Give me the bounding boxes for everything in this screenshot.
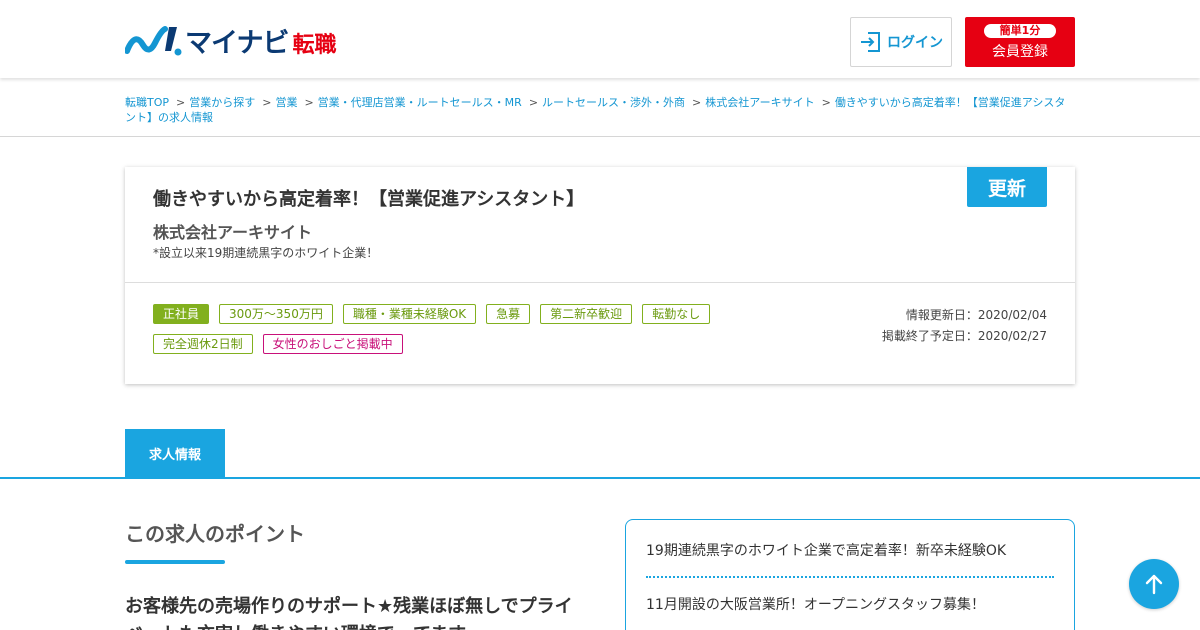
job-tag: 第二新卒歓迎 [540,304,633,324]
breadcrumb-separator: > [304,96,314,109]
back-to-top-button[interactable] [1129,559,1179,609]
breadcrumb-item-sales-category[interactable]: 営業・代理店営業・ルートセールス・MR [318,96,522,109]
breadcrumb-separator: > [262,96,272,109]
job-tags-row: 正社員 300万～350万円 職種・業種未経験OK 急募 第二新卒歓迎 転勤なし [153,304,733,324]
job-title: 働きやすいから高定着率！【営業促進アシスタント】 [153,189,585,210]
heading-underline [125,560,225,564]
register-button[interactable]: 簡単1分 会員登録 [965,17,1075,67]
job-tag: 女性のおしごと掲載中 [262,334,403,354]
arrow-up-icon [1145,574,1163,595]
logo-mark-icon [125,26,182,56]
logo-sub-text: 転職 [292,32,337,58]
job-tag: 急募 [486,304,531,324]
logo-text: マイナビ [185,27,289,59]
breadcrumb-separator: > [528,96,539,109]
breadcrumb-item-company[interactable]: 株式会社アーキサイト [705,96,814,109]
register-label: 会員登録 [992,43,1048,60]
breadcrumb-divider [0,136,1200,137]
job-summary-card: 働きやすいから高定着率！【営業促進アシスタント】 株式会社アーキサイト *設立以… [125,167,1075,384]
job-tag: 正社員 [153,304,210,324]
login-icon [861,32,880,52]
job-tag: 転勤なし [642,304,711,324]
job-points-box: 19期連続黒字のホワイト企業で高定着率！新卒未経験OK 11月開設の大阪営業所！… [625,519,1075,630]
breadcrumb: 転職TOP > 営業から探す > 営業 > 営業・代理店営業・ルートセールス・MR > ルートセ… [125,95,1075,125]
tab-job-info[interactable]: 求人情報 [125,429,225,478]
breadcrumb-separator: > [692,96,702,109]
updated-date: 情報更新日：2020/02/04 [905,308,1047,322]
breadcrumb-separator: > [176,96,186,109]
company-name[interactable]: 株式会社アーキサイト [153,219,312,243]
register-badge: 簡単1分 [983,23,1057,38]
end-date: 掲載終了予定日：2020/02/27 [881,329,1047,343]
updated-badge: 更新 [967,167,1047,207]
job-points-heading: この求人のポイント [125,522,305,546]
breadcrumb-item-sales-search[interactable]: 営業から探す [189,96,255,109]
breadcrumb-separator: > [821,96,831,109]
job-tag: 職種・業種未経験OK [342,304,477,324]
job-point-item: 11月開設の大阪営業所！オープニングスタッフ募集！ [646,594,1054,630]
login-button[interactable]: ログイン [850,17,952,67]
site-header: マイナビ 転職 ログイン 簡単1分 会員登録 [0,0,1200,78]
breadcrumb-item-route-sales[interactable]: ルートセールス・渉外・外商 [542,96,685,109]
job-tags: 正社員 300万～350万円 職種・業種未経験OK 急募 第二新卒歓迎 転勤なし 完全週休… [153,304,733,364]
tab-underline [0,477,1200,479]
job-tag: 完全週休2日制 [153,334,253,354]
job-point-item: 19期連続黒字のホワイト企業で高定着率！新卒未経験OK [646,540,1054,578]
job-card-header: 働きやすいから高定着率！【営業促進アシスタント】 株式会社アーキサイト *設立以… [125,167,1075,283]
login-label: ログイン [887,35,943,51]
breadcrumb-item-top[interactable]: 転職TOP [125,96,169,109]
job-dates: 情報更新日：2020/02/04 掲載終了予定日：2020/02/27 [882,305,1047,347]
company-catchphrase: *設立以来19期連続黒字のホワイト企業！ [153,246,379,260]
job-points-lead: お客様先の売場作りのサポート★残業ほぼ無しでプライベートも充実し働きやすい環境で… [125,596,573,630]
job-tags-row: 完全週休2日制 女性のおしごと掲載中 [153,334,733,354]
mynavi-logo[interactable]: マイナビ 転職 [125,22,337,59]
breadcrumb-item-sales[interactable]: 営業 [275,96,297,109]
job-tag: 300万～350万円 [219,304,333,324]
